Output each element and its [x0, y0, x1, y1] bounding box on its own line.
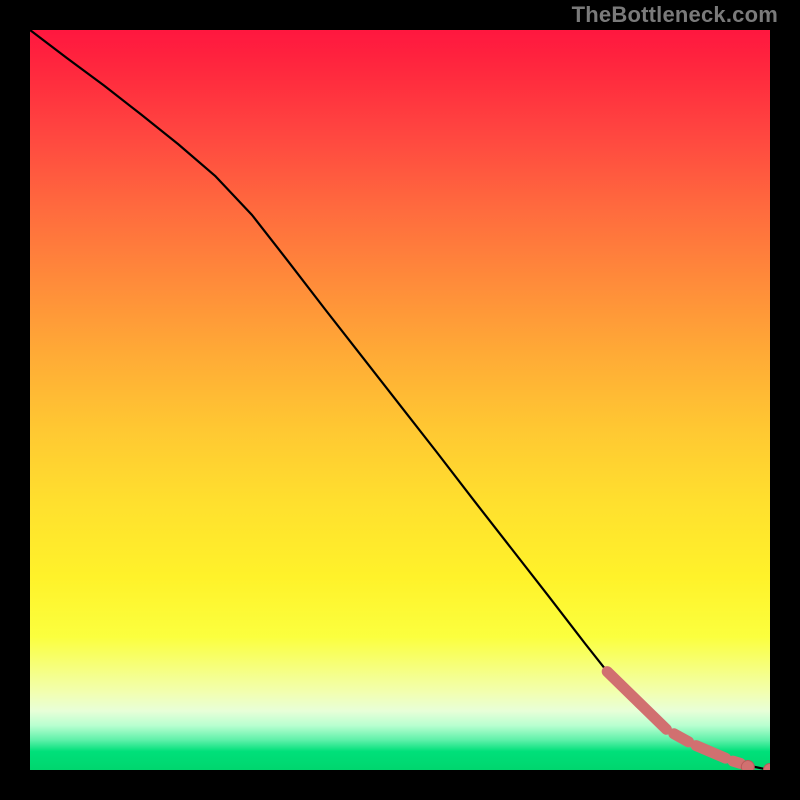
main-curve: [30, 30, 770, 770]
chart-overlay: [30, 30, 770, 770]
plot-area: [30, 30, 770, 770]
thick-segment: [696, 746, 726, 759]
thick-line-segments: [607, 672, 740, 764]
end-marker: [741, 761, 754, 770]
watermark-text: TheBottleneck.com: [572, 2, 778, 28]
thick-segment: [733, 761, 740, 763]
thick-segment: [674, 734, 689, 742]
thick-segment: [607, 672, 666, 730]
chart-frame: TheBottleneck.com: [0, 0, 800, 800]
end-marker: [764, 764, 771, 771]
end-markers: [741, 761, 770, 770]
